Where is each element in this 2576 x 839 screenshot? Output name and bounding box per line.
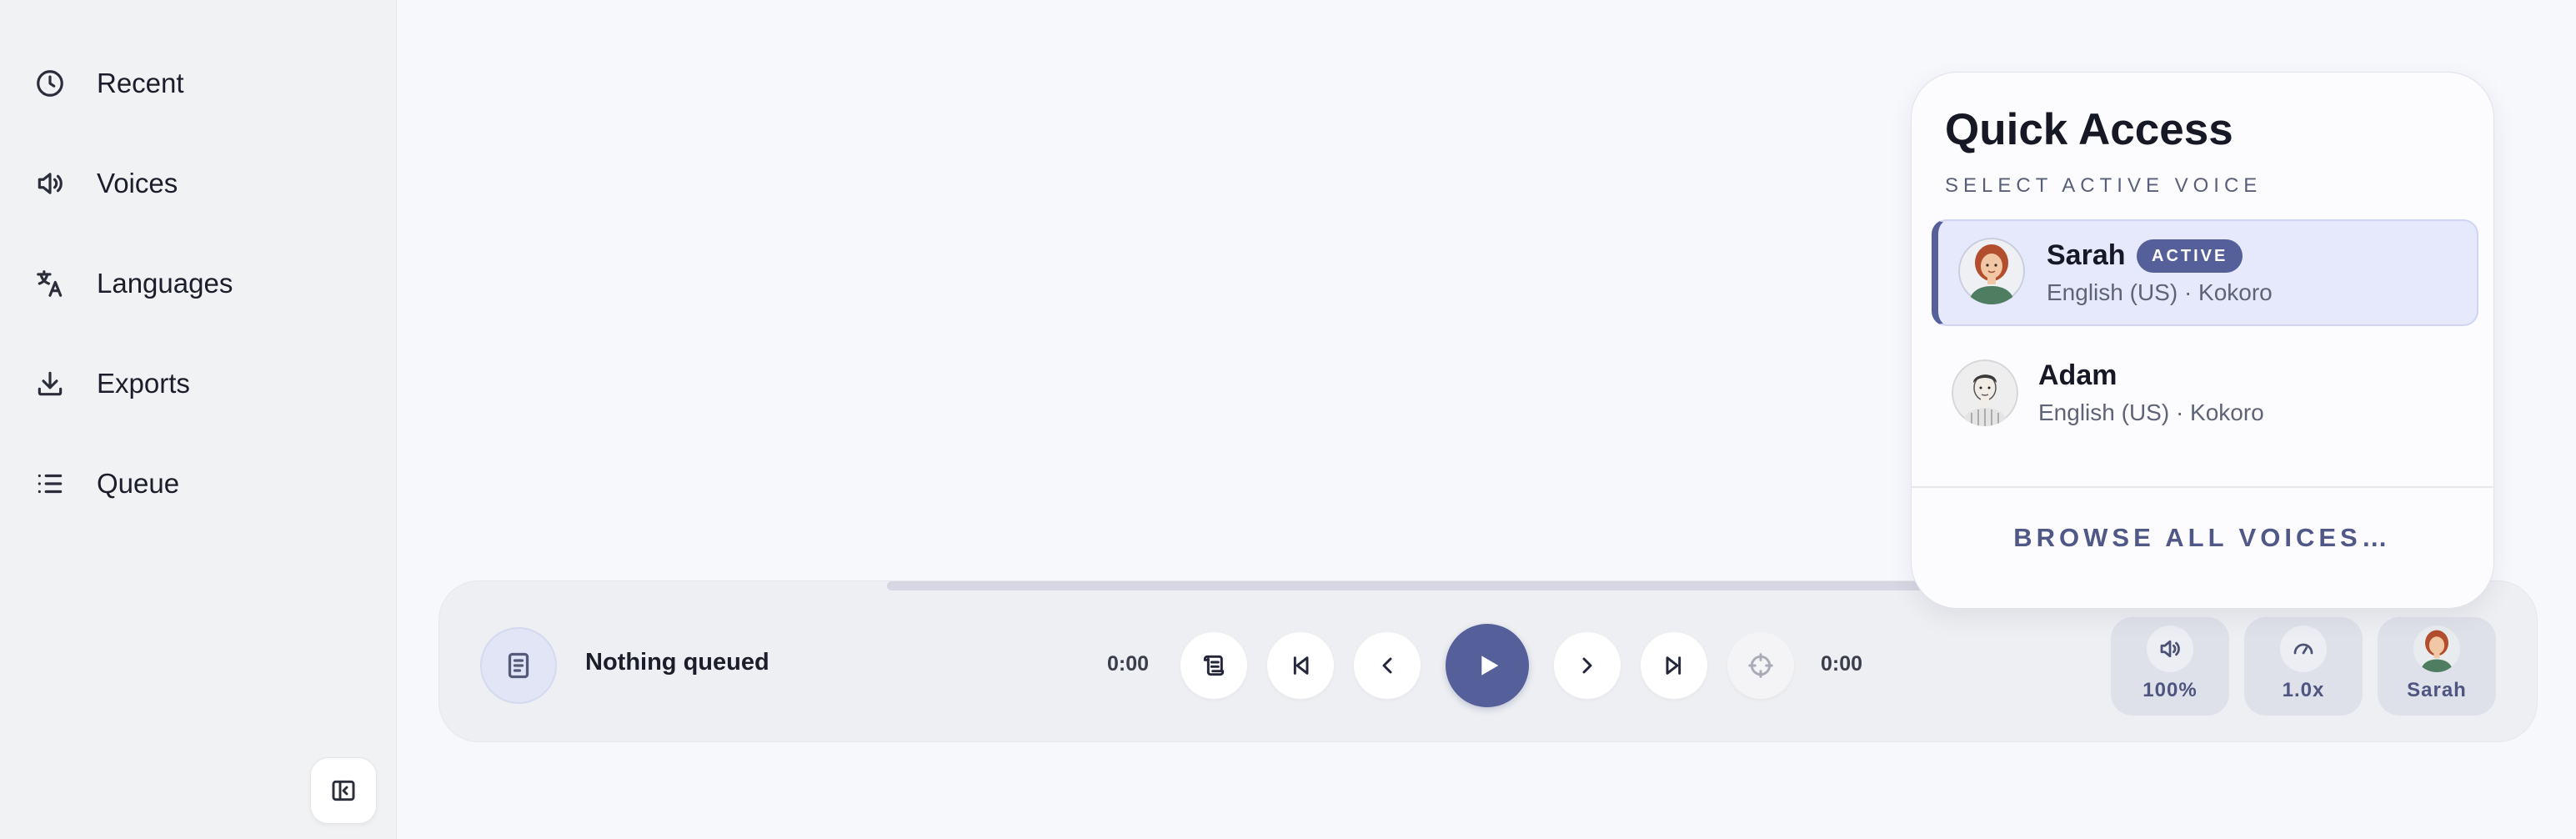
volume-icon	[2147, 625, 2193, 672]
voice-meta: English (US) · Kokoro	[2047, 279, 2273, 305]
sarah-avatar	[1958, 238, 2025, 304]
voice-meta: English (US) · Kokoro	[2038, 399, 2264, 425]
voice-name: Sarah	[2047, 239, 2126, 271]
transcript-button[interactable]	[1180, 632, 1247, 699]
voice-option-sarah[interactable]: Sarah ACTIVE English (US) · Kokoro	[1932, 219, 2478, 326]
active-badge: ACTIVE	[2137, 239, 2243, 273]
download-icon	[33, 367, 67, 400]
scroll-icon	[1200, 652, 1227, 679]
speaker-icon	[33, 167, 67, 200]
gauge-icon	[2280, 625, 2327, 672]
speed-button[interactable]: 1.0x	[2244, 617, 2363, 716]
play-button[interactable]	[1446, 624, 1529, 707]
next-sentence-button[interactable]	[1554, 632, 1621, 699]
now-playing-title: Nothing queued	[585, 649, 769, 676]
voice-button[interactable]: Sarah	[2378, 617, 2496, 716]
list-icon	[33, 467, 67, 500]
sidebar-item-label: Queue	[97, 468, 180, 499]
document-icon	[504, 651, 534, 681]
crosshair-icon	[1747, 652, 1774, 679]
time-elapsed: 0:00	[1107, 652, 1150, 676]
voice-option-adam[interactable]: Adam English (US) · Kokoro	[1932, 341, 2478, 448]
previous-sentence-button[interactable]	[1354, 632, 1421, 699]
sidebar-item-label: Exports	[97, 368, 190, 399]
voice-label: Sarah	[2407, 679, 2467, 701]
sidebar-item-recent[interactable]: Recent	[33, 58, 367, 108]
clock-icon	[33, 67, 67, 100]
sarah-avatar	[2413, 625, 2460, 672]
quick-access-popover: Quick Access SELECT ACTIVE VOICE Sarah A…	[1911, 72, 2494, 609]
popover-divider	[1912, 486, 2493, 488]
sidebar-collapse-button[interactable]	[310, 757, 377, 824]
sidebar-item-label: Recent	[97, 68, 184, 98]
time-total: 0:00	[1821, 652, 1863, 676]
next-track-button[interactable]	[1641, 632, 1707, 699]
sidebar-collapse-icon	[330, 777, 357, 804]
skip-back-icon	[1287, 652, 1314, 679]
volume-label: 100%	[2142, 679, 2198, 701]
sidebar-item-languages[interactable]: Languages	[33, 259, 367, 309]
sidebar: Recent Voices Languages Exports Queue	[0, 0, 397, 839]
now-playing-thumbnail	[480, 627, 557, 704]
translate-icon	[33, 267, 67, 300]
locate-button[interactable]	[1727, 632, 1794, 699]
chevron-right-icon	[1574, 652, 1601, 679]
voice-name: Adam	[2038, 359, 2117, 391]
sidebar-item-voices[interactable]: Voices	[33, 158, 367, 208]
browse-all-voices-button[interactable]: BROWSE ALL VOICES…	[1912, 523, 2493, 553]
popover-subtitle: SELECT ACTIVE VOICE	[1945, 174, 2263, 197]
popover-title: Quick Access	[1945, 105, 2233, 154]
adam-avatar	[1952, 359, 2018, 426]
sidebar-item-queue[interactable]: Queue	[33, 459, 367, 509]
skip-forward-icon	[1661, 652, 1687, 679]
speed-label: 1.0x	[2282, 679, 2325, 701]
chevron-left-icon	[1374, 652, 1401, 679]
sidebar-item-exports[interactable]: Exports	[33, 359, 367, 409]
previous-track-button[interactable]	[1267, 632, 1334, 699]
sidebar-item-label: Voices	[97, 168, 178, 198]
volume-button[interactable]: 100%	[2111, 617, 2229, 716]
play-icon	[1471, 649, 1504, 682]
sidebar-item-label: Languages	[97, 268, 233, 299]
